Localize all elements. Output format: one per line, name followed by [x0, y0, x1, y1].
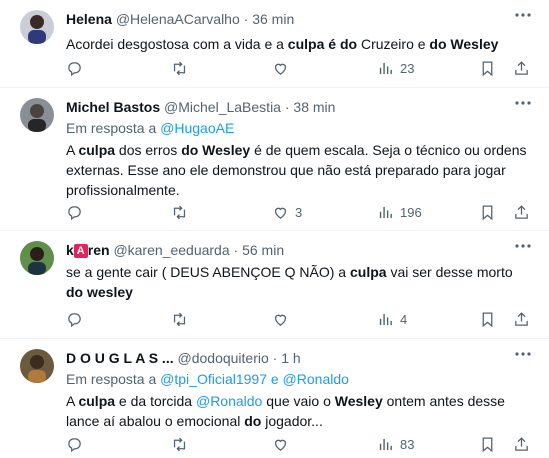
- bookmark-button[interactable]: [479, 309, 496, 329]
- reply-icon: [68, 437, 81, 452]
- views-icon: [379, 62, 392, 74]
- tweet-michel[interactable]: Michel Bastos @Michel_LaBestia · 38 min …: [0, 88, 549, 231]
- like-icon: [274, 63, 287, 75]
- share-icon: [515, 204, 528, 219]
- tweet-text: A culpa dos erros do Wesley é de quem es…: [66, 142, 527, 198]
- user-handle[interactable]: @karen_eeduarda: [113, 242, 229, 258]
- bookmark-button[interactable]: [479, 434, 496, 454]
- timestamp[interactable]: 56 min: [242, 242, 284, 258]
- bookmark-icon: [482, 311, 493, 327]
- tweet-helena[interactable]: Helena @HelenaACarvalho · 36 min Acordei…: [0, 0, 549, 88]
- user-handle[interactable]: @HelenaACarvalho: [116, 11, 240, 27]
- separator-dot: ·: [284, 99, 290, 115]
- retweet-icon: [173, 312, 186, 326]
- share-button[interactable]: [513, 202, 530, 222]
- separator-dot: ·: [272, 350, 278, 366]
- views-icon: [379, 313, 392, 325]
- bookmark-icon: [482, 60, 493, 76]
- reply-context: Em resposta a @HugaoAE: [66, 120, 235, 136]
- timestamp[interactable]: 38 min: [293, 99, 335, 115]
- share-button[interactable]: [513, 58, 530, 78]
- display-name[interactable]: Helena: [66, 11, 112, 27]
- tweet-header: k Aren @karen_eeduarda · 56 min: [66, 241, 533, 259]
- like-button[interactable]: [272, 309, 295, 329]
- bookmark-icon: [482, 436, 493, 452]
- user-handle[interactable]: @dodoquiterio: [178, 350, 269, 366]
- retweet-button[interactable]: [171, 58, 194, 78]
- views-icon: [379, 438, 392, 450]
- share-icon: [515, 436, 528, 451]
- share-button[interactable]: [513, 309, 530, 329]
- reply-mention-link[interactable]: @HugaoAE: [160, 120, 234, 136]
- like-icon: [274, 439, 287, 451]
- mention-link[interactable]: @Ronaldo: [196, 393, 262, 409]
- reply-button[interactable]: [66, 58, 89, 78]
- name-emoji-badge: A: [73, 244, 88, 258]
- views-button[interactable]: 196: [377, 202, 422, 222]
- display-name[interactable]: k Aren: [66, 242, 110, 258]
- tweet-douglas[interactable]: D O U G L A S ... @dodoquiterio · 1 h Em…: [0, 339, 549, 458]
- tweet-header: D O U G L A S ... @dodoquiterio · 1 h: [66, 349, 533, 367]
- more-icon[interactable]: [513, 6, 533, 24]
- tweet-text: Acordei desgostosa com a vida e a culpa …: [66, 36, 499, 52]
- retweet-icon: [173, 437, 186, 451]
- bookmark-button[interactable]: [479, 58, 496, 78]
- reply-button[interactable]: [66, 202, 89, 222]
- timestamp[interactable]: 36 min: [252, 11, 294, 27]
- retweet-icon: [173, 61, 186, 75]
- avatar[interactable]: [20, 98, 54, 132]
- share-icon: [515, 60, 528, 75]
- timestamp[interactable]: 1 h: [281, 350, 300, 366]
- bookmark-button[interactable]: [479, 202, 496, 222]
- like-icon: [274, 207, 287, 219]
- reply-icon: [68, 61, 81, 76]
- reply-context: Em resposta a @tpi_Oficial1997 e @Ronald…: [66, 371, 349, 387]
- views-button[interactable]: 23: [377, 58, 414, 78]
- views-button[interactable]: 4: [377, 309, 407, 329]
- tweet-header: Helena @HelenaACarvalho · 36 min: [66, 10, 533, 28]
- like-button[interactable]: [272, 58, 295, 78]
- share-button[interactable]: [513, 434, 530, 454]
- retweet-button[interactable]: [171, 434, 194, 454]
- retweet-button[interactable]: [171, 309, 194, 329]
- more-icon[interactable]: [513, 237, 533, 255]
- tweet-actions: 83: [66, 434, 533, 454]
- bookmark-icon: [482, 204, 493, 220]
- avatar[interactable]: [20, 349, 54, 383]
- avatar[interactable]: [20, 241, 54, 275]
- like-button[interactable]: 3: [272, 202, 302, 222]
- reply-button[interactable]: [66, 434, 89, 454]
- like-icon: [274, 314, 287, 326]
- avatar[interactable]: [20, 10, 54, 44]
- reply-button[interactable]: [66, 309, 89, 329]
- tweet-text: A culpa e da torcida @Ronaldo que vaio o…: [66, 393, 505, 429]
- tweet-karen[interactable]: k Aren @karen_eeduarda · 56 min se a gent…: [0, 231, 549, 339]
- views-button[interactable]: 83: [377, 434, 414, 454]
- share-icon: [515, 311, 528, 326]
- more-icon[interactable]: [513, 345, 533, 363]
- retweet-icon: [173, 205, 186, 219]
- more-icon[interactable]: [513, 94, 533, 112]
- views-icon: [379, 206, 392, 218]
- display-name[interactable]: Michel Bastos: [66, 99, 160, 115]
- retweet-button[interactable]: [171, 202, 194, 222]
- tweet-actions: 4: [66, 309, 533, 329]
- tweet-actions: 3 196: [66, 202, 533, 222]
- reply-icon: [68, 205, 81, 220]
- user-handle[interactable]: @Michel_LaBestia: [164, 99, 281, 115]
- like-button[interactable]: [272, 434, 295, 454]
- reply-mention-link[interactable]: @tpi_Oficial1997 e @Ronaldo: [160, 371, 349, 387]
- reply-icon: [68, 312, 81, 327]
- tweet-actions: 23: [66, 58, 533, 78]
- tweet-header: Michel Bastos @Michel_LaBestia · 38 min: [66, 98, 533, 116]
- separator-dot: ·: [233, 242, 239, 258]
- tweet-text: se a gente cair ( DEUS ABENÇOE Q NÃO) a …: [66, 264, 513, 300]
- separator-dot: ·: [243, 11, 249, 27]
- display-name[interactable]: D O U G L A S ...: [66, 350, 174, 366]
